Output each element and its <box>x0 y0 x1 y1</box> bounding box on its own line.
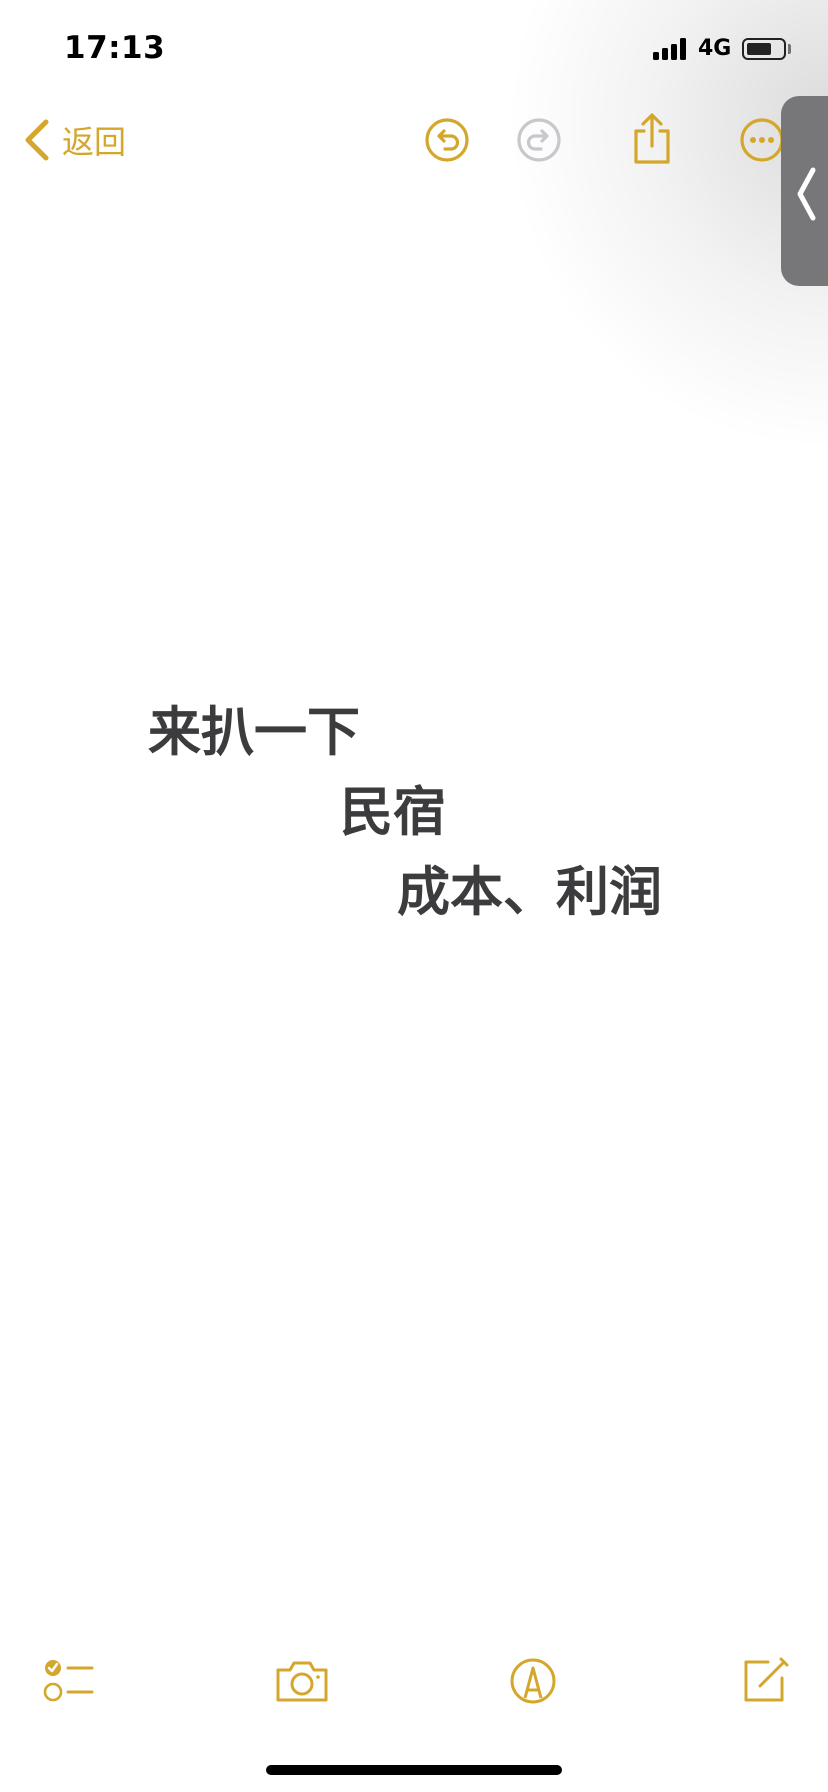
more-icon[interactable] <box>738 116 786 164</box>
checklist-icon[interactable] <box>40 1654 96 1706</box>
status-time: 17:13 <box>64 30 166 66</box>
camera-icon[interactable] <box>274 1654 330 1706</box>
battery-fill <box>747 43 771 55</box>
note-line-2[interactable]: 民宿 <box>340 786 446 839</box>
markup-icon[interactable] <box>505 1654 561 1706</box>
undo-icon[interactable] <box>423 116 471 164</box>
chevron-left-icon <box>25 119 49 161</box>
note-line-3[interactable]: 成本、利润 <box>397 866 662 919</box>
home-indicator[interactable] <box>266 1765 562 1775</box>
back-button[interactable]: 返回 <box>22 116 126 164</box>
chevron-left-icon <box>797 167 816 221</box>
cellular-signal-icon <box>653 38 689 60</box>
side-panel-handle[interactable] <box>781 96 828 286</box>
battery-icon <box>742 38 786 60</box>
status-bar: 17:13 4G <box>0 0 828 100</box>
note-line-1[interactable]: 来扒一下 <box>148 706 360 759</box>
network-type: 4G <box>698 36 732 61</box>
back-button-label: 返回 <box>62 123 127 161</box>
redo-icon[interactable] <box>515 116 563 164</box>
battery-tip <box>788 44 791 54</box>
compose-icon[interactable] <box>738 1654 794 1706</box>
share-icon[interactable] <box>628 110 676 166</box>
